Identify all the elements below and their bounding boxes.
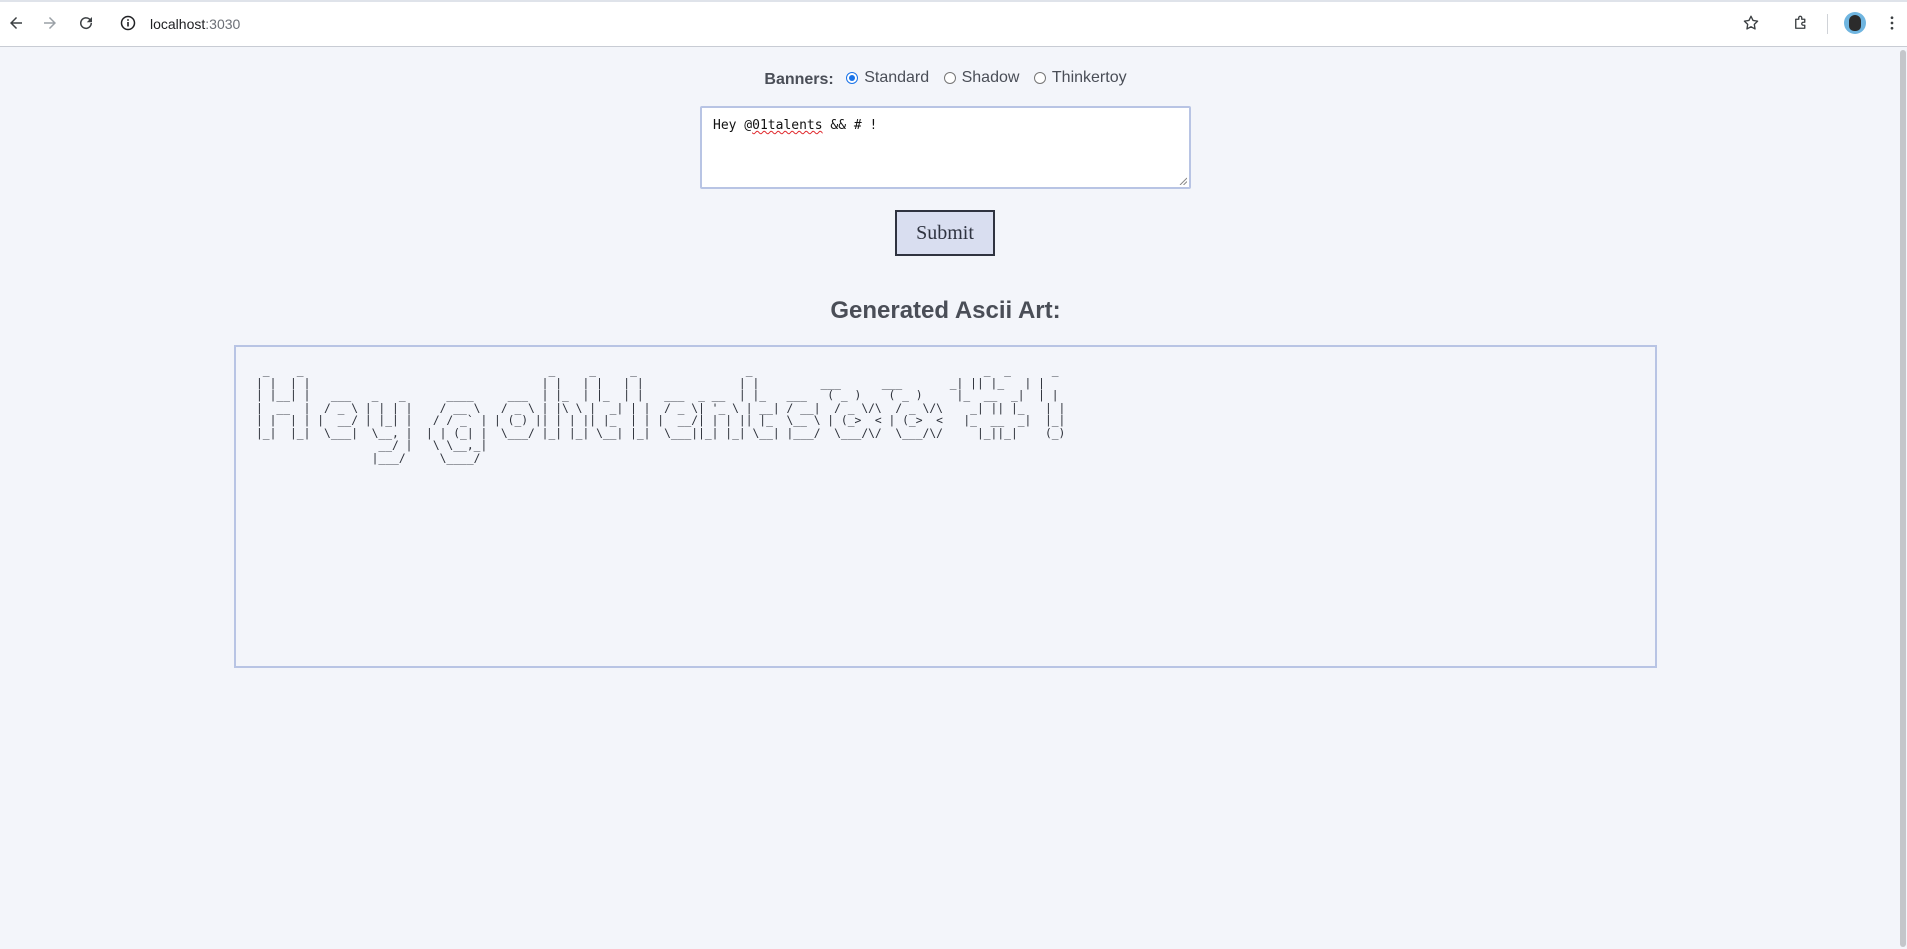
forward-icon[interactable] <box>38 11 62 35</box>
ascii-art-output: _ _ _ _ _ _ _ _ _ | | | | | | | | | | | … <box>256 364 1066 465</box>
input-text-part: && # ! <box>822 118 878 133</box>
scrollbar-thumb[interactable] <box>1900 50 1906 947</box>
url-port: :3030 <box>205 16 241 32</box>
text-input[interactable]: Hey @01talents && # ! <box>700 106 1191 189</box>
url-host: localhost <box>150 16 206 32</box>
profile-avatar-icon[interactable] <box>1844 12 1866 34</box>
address-bar[interactable]: localhost:3030 <box>150 12 240 36</box>
browser-toolbar: localhost:3030 <box>0 0 1907 47</box>
radio-standard[interactable] <box>846 72 859 84</box>
input-text-part: Hey @ <box>713 118 753 133</box>
extensions-icon[interactable] <box>1789 11 1813 35</box>
banners-label: Banners: <box>764 71 834 88</box>
input-text-misspelled: 01talents <box>752 118 823 133</box>
page-scrollbar[interactable] <box>1899 48 1907 949</box>
submit-button[interactable]: Submit <box>895 210 995 256</box>
banner-option-label: Standard <box>864 69 930 86</box>
reload-icon[interactable] <box>74 11 98 35</box>
tab-strip-edge <box>0 0 1907 2</box>
radio-shadow[interactable] <box>943 72 956 84</box>
banner-option-thinkertoy[interactable]: Thinkertoy <box>1033 68 1127 88</box>
bookmark-star-icon[interactable] <box>1739 11 1763 35</box>
banner-option-label: Thinkertoy <box>1051 69 1127 86</box>
site-info-icon[interactable] <box>120 15 136 31</box>
banner-option-label: Shadow <box>961 69 1020 86</box>
toolbar-divider <box>1827 14 1828 34</box>
banner-option-standard[interactable]: Standard <box>846 68 929 88</box>
ascii-output-box: _ _ _ _ _ _ _ _ _ | | | | | | | | | | | … <box>234 345 1657 668</box>
resize-handle-icon[interactable] <box>1179 177 1187 185</box>
menu-kebab-icon[interactable] <box>1880 11 1904 35</box>
banner-selector: Banners: Standard Shadow Thinkertoy <box>0 68 1891 90</box>
radio-thinkertoy[interactable] <box>1033 72 1046 84</box>
back-icon[interactable] <box>4 11 28 35</box>
result-heading: Generated Ascii Art: <box>830 297 1061 324</box>
banner-option-shadow[interactable]: Shadow <box>943 68 1020 88</box>
